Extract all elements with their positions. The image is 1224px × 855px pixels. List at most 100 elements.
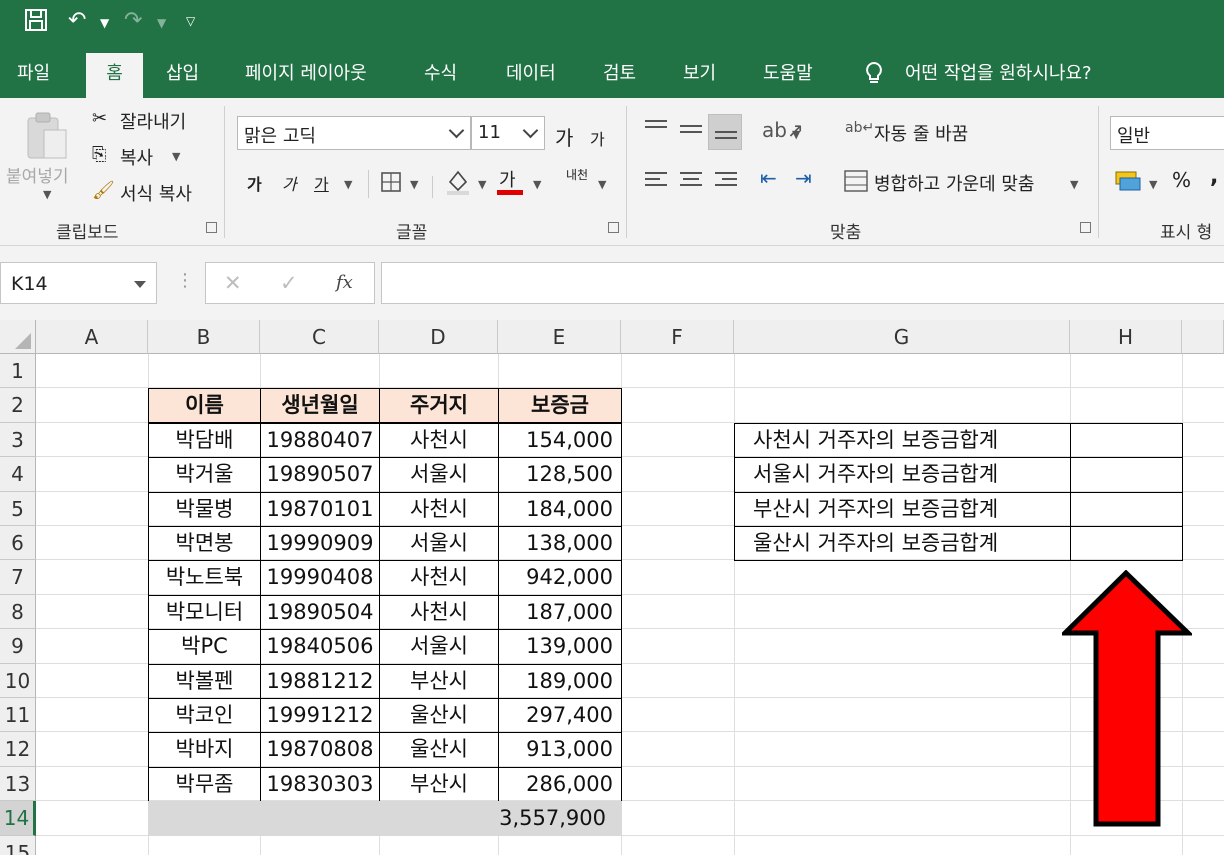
insert-function-icon[interactable]: fx bbox=[336, 272, 353, 293]
birthdate-cell[interactable]: 19991212 bbox=[260, 698, 380, 734]
residence-cell[interactable]: 사천시 bbox=[379, 560, 499, 596]
align-bottom-button[interactable] bbox=[708, 114, 742, 150]
residence-cell[interactable]: 부산시 bbox=[379, 663, 499, 699]
row-header-2[interactable]: 2 bbox=[0, 388, 36, 423]
fill-color-dropdown-icon[interactable]: ▼ bbox=[478, 178, 486, 191]
formula-bar-splitter-icon[interactable]: ⋮ bbox=[176, 270, 194, 291]
row-header-3[interactable]: 3 bbox=[0, 422, 36, 458]
clipboard-launcher-icon[interactable] bbox=[206, 222, 217, 233]
column-header-d[interactable]: D bbox=[379, 320, 498, 354]
worksheet-grid[interactable]: A B C D E F G H 1 2 3 4 5 6 7 8 9 10 11 12 13 14 15 이름… bbox=[0, 320, 1224, 855]
row-header-8[interactable]: 8 bbox=[0, 594, 36, 630]
column-header-b[interactable]: B bbox=[148, 320, 260, 354]
birthdate-cell[interactable]: 19881212 bbox=[260, 663, 380, 699]
tab-file[interactable]: 파일 bbox=[17, 50, 50, 98]
name-cell[interactable]: 박면봉 bbox=[148, 526, 261, 562]
summary-value-cell[interactable] bbox=[1070, 526, 1183, 562]
column-header-h[interactable]: H bbox=[1070, 320, 1182, 354]
row-header-15[interactable]: 15 bbox=[0, 835, 36, 855]
tab-data[interactable]: 데이터 bbox=[506, 50, 556, 98]
align-left-icon[interactable] bbox=[645, 172, 667, 190]
row-header-9[interactable]: 9 bbox=[0, 629, 36, 664]
increase-indent-icon[interactable]: ⇥ bbox=[795, 166, 812, 190]
birthdate-cell[interactable]: 19840506 bbox=[260, 629, 380, 665]
deposit-cell[interactable]: 286,000 bbox=[498, 766, 622, 803]
save-icon[interactable] bbox=[24, 8, 48, 38]
summary-label-cell[interactable]: 서울시 거주자의 보증금합계 bbox=[734, 457, 1071, 493]
row-header-13[interactable]: 13 bbox=[0, 766, 36, 802]
deposit-cell[interactable]: 184,000 bbox=[498, 491, 622, 527]
merge-dropdown-icon[interactable]: ▼ bbox=[1070, 178, 1078, 191]
paste-icon[interactable] bbox=[24, 110, 70, 166]
residence-cell[interactable]: 사천시 bbox=[379, 594, 499, 631]
residence-cell[interactable]: 부산시 bbox=[379, 766, 499, 803]
tab-help[interactable]: 도움말 bbox=[763, 50, 813, 98]
copy-label[interactable]: 복사 bbox=[120, 144, 153, 170]
header-deposit[interactable]: 보증금 bbox=[498, 388, 622, 423]
tab-insert[interactable]: 삽입 bbox=[166, 50, 199, 98]
row-header-14[interactable]: 14 bbox=[0, 801, 36, 836]
font-name-select[interactable]: 맑은 고딕 bbox=[237, 116, 471, 150]
row-header-12[interactable]: 12 bbox=[0, 732, 36, 767]
name-cell[interactable]: 박무좀 bbox=[148, 766, 261, 803]
phonetic-button[interactable]: 내천 bbox=[566, 166, 588, 183]
birthdate-cell[interactable]: 19830303 bbox=[260, 766, 380, 803]
deposit-cell[interactable]: 189,000 bbox=[498, 663, 622, 699]
name-cell[interactable]: 박바지 bbox=[148, 732, 261, 768]
column-header-e[interactable]: E bbox=[498, 320, 621, 354]
column-header-c[interactable]: C bbox=[260, 320, 379, 354]
row-header-11[interactable]: 11 bbox=[0, 698, 36, 733]
birthdate-cell[interactable]: 19990909 bbox=[260, 526, 380, 562]
summary-label-cell[interactable]: 사천시 거주자의 보증금합계 bbox=[734, 422, 1071, 459]
fill-color-icon[interactable] bbox=[444, 168, 472, 200]
accounting-format-icon[interactable] bbox=[1114, 168, 1142, 198]
deposit-cell[interactable]: 138,000 bbox=[498, 526, 622, 562]
name-cell[interactable]: 박거울 bbox=[148, 457, 261, 493]
column-header-a[interactable]: A bbox=[36, 320, 148, 354]
birthdate-cell[interactable]: 19890504 bbox=[260, 594, 380, 631]
redo-dropdown-icon[interactable]: ▼ bbox=[157, 16, 166, 30]
residence-cell[interactable]: 서울시 bbox=[379, 457, 499, 493]
deposit-cell[interactable]: 154,000 bbox=[498, 422, 622, 459]
grow-font-button[interactable]: 가 bbox=[555, 122, 573, 151]
format-painter-icon[interactable]: 🖌 bbox=[92, 180, 115, 201]
font-size-select[interactable]: 11 bbox=[471, 116, 545, 150]
tab-view[interactable]: 보기 bbox=[683, 50, 716, 98]
row-header-5[interactable]: 5 bbox=[0, 491, 36, 526]
undo-dropdown-icon[interactable]: ▼ bbox=[100, 16, 109, 30]
name-cell[interactable]: 박코인 bbox=[148, 698, 261, 734]
font-color-button[interactable]: 가 bbox=[499, 166, 516, 192]
birthdate-cell[interactable]: 19870808 bbox=[260, 732, 380, 768]
tell-me-search[interactable]: 어떤 작업을 원하시나요? bbox=[905, 50, 1092, 98]
alignment-launcher-icon[interactable] bbox=[1080, 222, 1091, 233]
underline-button[interactable]: 가 bbox=[314, 171, 329, 195]
wrap-text-button[interactable]: 자동 줄 바꿈 bbox=[874, 120, 968, 146]
enter-icon[interactable]: ✓ bbox=[280, 271, 298, 295]
name-box-dropdown-icon[interactable] bbox=[134, 281, 146, 288]
name-cell[interactable]: 박모니터 bbox=[148, 594, 261, 631]
name-cell[interactable]: 박노트북 bbox=[148, 560, 261, 596]
deposit-cell[interactable]: 139,000 bbox=[498, 629, 622, 665]
underline-dropdown-icon[interactable]: ▼ bbox=[344, 178, 352, 191]
tab-home[interactable]: 홈 bbox=[86, 53, 143, 98]
decrease-indent-icon[interactable]: ⇤ bbox=[760, 166, 777, 190]
merge-center-icon[interactable] bbox=[844, 170, 868, 196]
residence-cell[interactable]: 서울시 bbox=[379, 629, 499, 665]
align-right-icon[interactable] bbox=[715, 172, 737, 190]
cut-label[interactable]: 잘라내기 bbox=[120, 108, 186, 134]
name-box[interactable]: K14 bbox=[0, 262, 157, 304]
tab-review[interactable]: 검토 bbox=[603, 50, 636, 98]
accounting-dropdown-icon[interactable]: ▼ bbox=[1149, 178, 1157, 191]
summary-value-cell[interactable] bbox=[1070, 457, 1183, 493]
undo-icon[interactable]: ↶ bbox=[68, 8, 86, 33]
residence-cell[interactable]: 사천시 bbox=[379, 491, 499, 527]
align-top-icon[interactable] bbox=[645, 120, 667, 138]
borders-dropdown-icon[interactable]: ▼ bbox=[410, 178, 418, 191]
birthdate-cell[interactable]: 19990408 bbox=[260, 560, 380, 596]
lightbulb-icon[interactable] bbox=[864, 50, 884, 98]
orientation-dropdown-icon[interactable]: ▼ bbox=[792, 128, 800, 141]
header-birthdate[interactable]: 생년월일 bbox=[260, 388, 380, 423]
residence-cell[interactable]: 사천시 bbox=[379, 422, 499, 459]
italic-button[interactable]: 가 bbox=[282, 171, 297, 195]
cut-icon[interactable]: ✂ bbox=[92, 108, 107, 129]
